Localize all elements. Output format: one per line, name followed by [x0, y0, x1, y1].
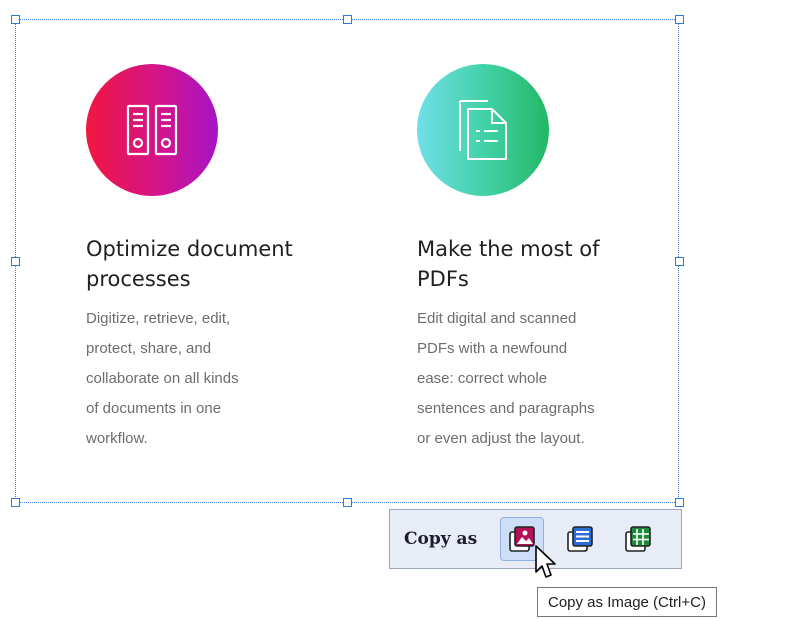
resize-handle-bottom-right[interactable] [675, 498, 684, 507]
mouse-pointer-icon [535, 545, 556, 578]
copy-as-text-button[interactable] [558, 517, 602, 561]
feature-description: Edit digital and scanned PDFs with a new… [417, 304, 677, 454]
description-line: or even adjust the layout. [417, 430, 585, 447]
copy-as-table-icon [625, 526, 651, 552]
resize-handle-bottom-center[interactable] [343, 498, 352, 507]
feature-title-line: Optimize document [86, 237, 293, 261]
feature-title-line: Make the most of [417, 237, 600, 261]
binders-icon [86, 64, 218, 196]
description-line: Edit digital and scanned [417, 310, 577, 327]
description-line: ease: correct whole [417, 370, 548, 387]
resize-handle-top-center[interactable] [343, 15, 352, 24]
resize-handle-middle-left[interactable] [11, 257, 20, 266]
feature-title-line: PDFs [417, 267, 469, 291]
resize-handle-bottom-left[interactable] [11, 498, 20, 507]
feature-make-most-of-pdfs: Make the most of PDFs Edit digital and s… [417, 64, 677, 454]
screen: Optimize document processes Digitize, re… [0, 0, 803, 619]
feature-title-line: processes [86, 267, 191, 291]
feature-title: Optimize document processes [86, 234, 336, 294]
copy-as-image-tooltip: Copy as Image (Ctrl+C) [537, 587, 717, 617]
feature-title: Make the most of PDFs [417, 234, 677, 294]
copy-as-text-icon [567, 526, 593, 552]
feature-optimize-documents: Optimize document processes Digitize, re… [86, 64, 336, 454]
resize-handle-top-left[interactable] [11, 15, 20, 24]
description-line: workflow. [86, 430, 148, 447]
description-line: protect, share, and [86, 340, 212, 357]
resize-handle-top-right[interactable] [675, 15, 684, 24]
description-line: of documents in one [86, 400, 222, 417]
pdf-document-icon [417, 64, 549, 196]
copy-as-label: Copy as [404, 529, 478, 549]
description-line: Digitize, retrieve, edit, [86, 310, 231, 327]
feature-description: Digitize, retrieve, edit, protect, share… [86, 304, 336, 454]
description-line: PDFs with a newfound [417, 340, 568, 357]
copy-as-image-icon [509, 526, 535, 552]
description-line: collaborate on all kinds [86, 370, 239, 387]
copy-as-table-button[interactable] [616, 517, 660, 561]
description-line: sentences and paragraphs [417, 400, 595, 417]
